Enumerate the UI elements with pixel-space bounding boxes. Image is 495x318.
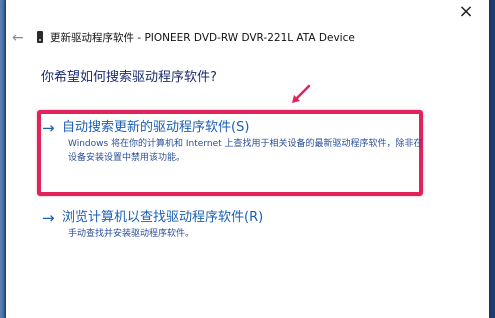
browse-computer-description: 手动查找并安装驱动程序软件。	[68, 229, 195, 239]
device-icon	[37, 31, 43, 43]
option-arrow-icon: →	[42, 209, 55, 227]
close-icon[interactable]: ×	[455, 2, 477, 22]
back-arrow-icon[interactable]: ←	[12, 27, 28, 49]
update-driver-dialog: × ← 更新驱动程序软件 - PIONEER DVD-RW DVR-221L A…	[6, 0, 489, 318]
dialog-title: 更新驱动程序软件 - PIONEER DVD-RW DVR-221L ATA D…	[50, 32, 355, 44]
option-arrow-icon: →	[42, 119, 55, 137]
desktop-background: × ← 更新驱动程序软件 - PIONEER DVD-RW DVR-221L A…	[0, 0, 495, 318]
auto-search-link[interactable]: 自动搜索更新的驱动程序软件(S)	[62, 119, 249, 137]
page-heading: 你希望如何搜索驱动程序软件?	[41, 70, 217, 85]
auto-search-description: Windows 将在你的计算机和 Internet 上查找用于相关设备的最新驱动…	[68, 139, 423, 163]
pink-arrow-icon	[292, 84, 311, 103]
dialog-titlebar: ← 更新驱动程序软件 - PIONEER DVD-RW DVR-221L ATA…	[6, 27, 489, 49]
browse-computer-link[interactable]: 浏览计算机以查找驱动程序软件(R)	[62, 209, 263, 227]
